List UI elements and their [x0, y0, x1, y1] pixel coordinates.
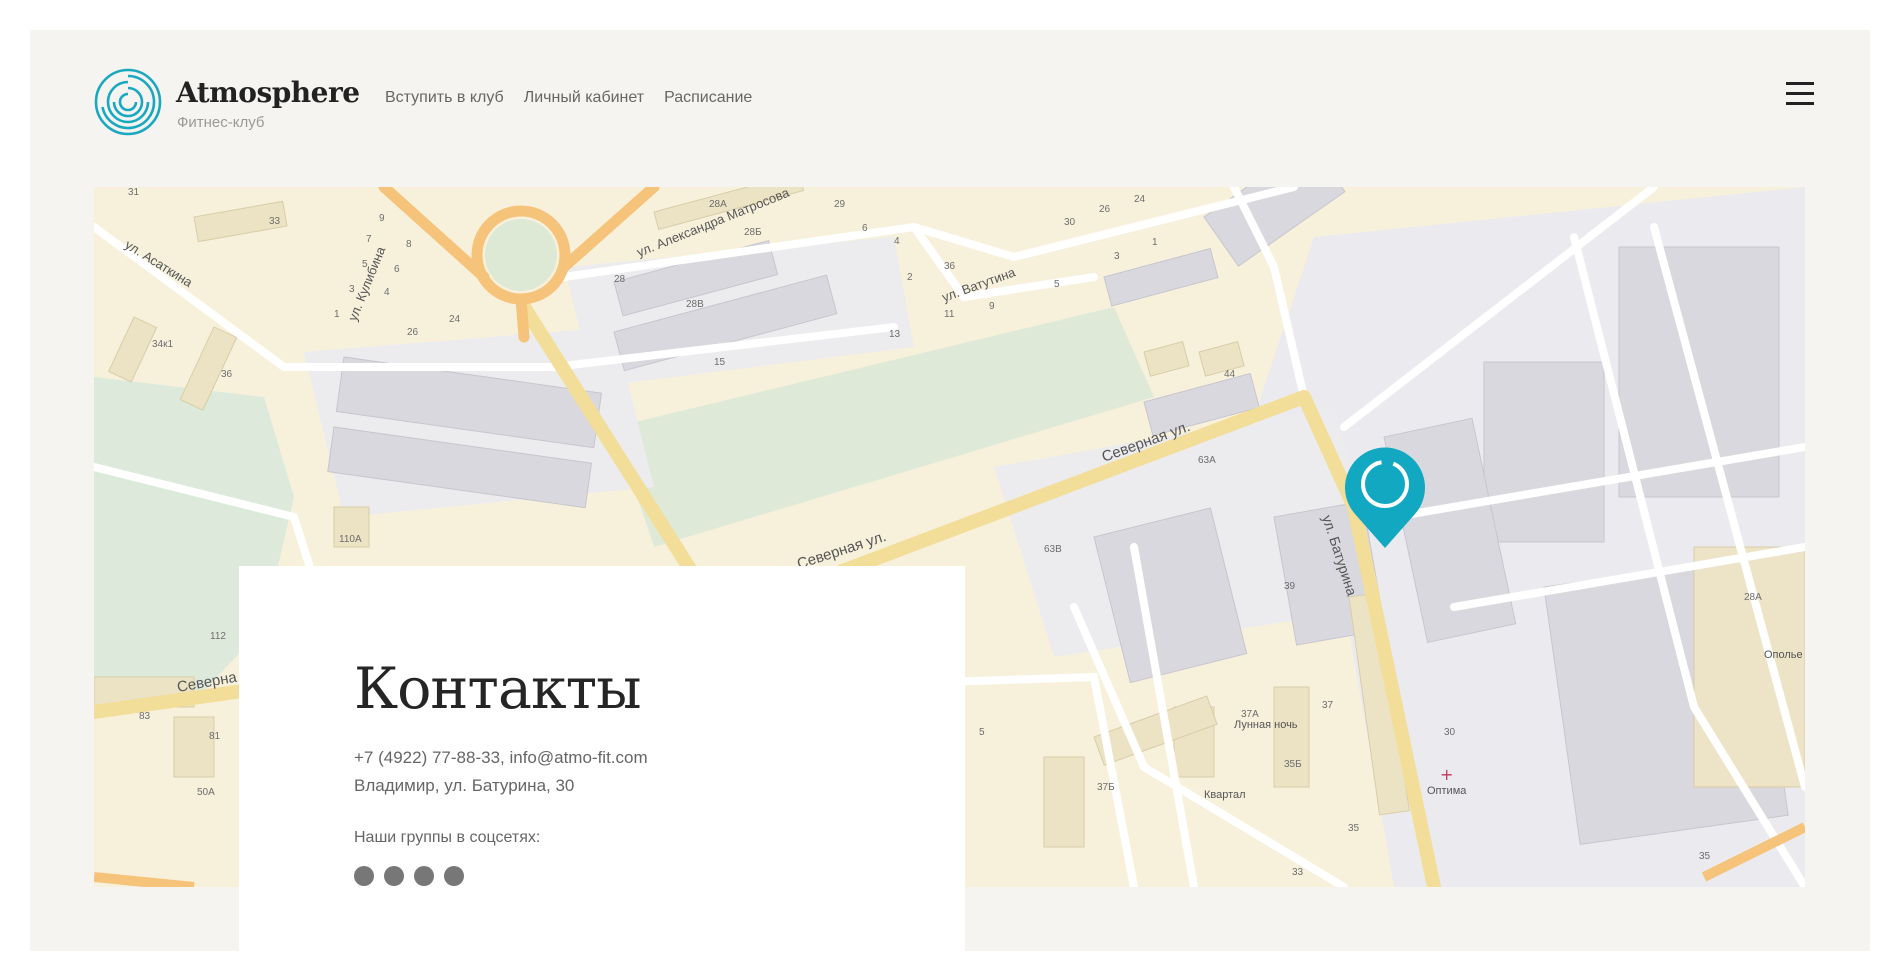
svg-text:1: 1 [334, 309, 340, 320]
svg-text:26: 26 [1099, 204, 1111, 215]
svg-text:39: 39 [1284, 581, 1296, 592]
svg-text:34к1: 34к1 [152, 339, 173, 350]
svg-text:Оптима: Оптима [1427, 785, 1467, 797]
svg-text:+: + [1440, 765, 1453, 784]
brand-tagline: Фитнес-клуб [177, 114, 265, 131]
svg-text:4: 4 [894, 236, 900, 247]
svg-text:28В: 28В [686, 299, 704, 310]
svg-text:44: 44 [1224, 369, 1236, 380]
atmosphere-logo-icon[interactable] [94, 68, 162, 136]
nav-personal-account[interactable]: Личный кабинет [524, 89, 644, 107]
svg-text:2: 2 [907, 272, 913, 283]
svg-text:35Б: 35Б [1284, 759, 1302, 770]
svg-text:33: 33 [269, 216, 281, 227]
svg-text:8: 8 [406, 239, 412, 250]
svg-text:26: 26 [407, 327, 419, 338]
svg-text:Квартал: Квартал [1204, 789, 1246, 801]
hamburger-menu-icon[interactable] [1786, 82, 1814, 108]
svg-text:9: 9 [379, 213, 385, 224]
svg-text:1: 1 [1152, 237, 1158, 248]
nav-join-club[interactable]: Вступить в клуб [385, 89, 504, 107]
svg-text:63В: 63В [1044, 544, 1062, 555]
phone-email[interactable]: +7 (4922) 77-88-33, info@atmo-fit.com [354, 748, 648, 768]
svg-text:4: 4 [384, 287, 390, 298]
svg-text:5: 5 [362, 259, 368, 270]
svg-text:28А: 28А [1744, 592, 1762, 603]
svg-text:13: 13 [889, 329, 901, 340]
svg-text:9: 9 [989, 301, 995, 312]
svg-text:31: 31 [128, 187, 140, 198]
svg-text:24: 24 [1134, 194, 1146, 205]
svg-text:5: 5 [1054, 279, 1060, 290]
svg-text:30: 30 [1064, 217, 1076, 228]
page-frame: Atmosphere Фитнес-клуб Вступить в клуб Л… [30, 30, 1870, 951]
svg-text:50А: 50А [197, 787, 215, 798]
svg-text:28Б: 28Б [744, 227, 762, 238]
svg-text:6: 6 [862, 223, 868, 234]
svg-text:29: 29 [834, 199, 846, 210]
svg-text:11: 11 [944, 309, 955, 320]
header: Atmosphere Фитнес-клуб Вступить в клуб Л… [30, 30, 1870, 160]
svg-text:37Б: 37Б [1097, 782, 1115, 793]
main-nav: Вступить в клуб Личный кабинет Расписани… [385, 89, 752, 107]
svg-text:33: 33 [1292, 867, 1304, 878]
social-icon-2[interactable] [384, 866, 404, 886]
social-icon-4[interactable] [444, 866, 464, 886]
social-groups-label: Наши группы в соцсетях: [354, 829, 541, 846]
club-location-pin-icon[interactable] [1343, 444, 1427, 550]
svg-text:35: 35 [1348, 823, 1360, 834]
svg-text:112: 112 [210, 631, 226, 642]
nav-schedule[interactable]: Расписание [664, 89, 752, 107]
brand-name[interactable]: Atmosphere [176, 76, 360, 109]
svg-text:24: 24 [449, 314, 461, 325]
svg-text:63А: 63А [1198, 455, 1216, 466]
svg-text:30: 30 [1444, 727, 1456, 738]
svg-text:5: 5 [979, 727, 985, 738]
svg-text:28А: 28А [709, 199, 727, 210]
svg-text:36: 36 [221, 369, 233, 380]
social-icon-1[interactable] [354, 866, 374, 886]
social-icon-3[interactable] [414, 866, 434, 886]
svg-text:3: 3 [1114, 251, 1120, 262]
svg-text:Лунная ночь: Лунная ночь [1234, 719, 1298, 731]
contacts-card: Контакты +7 (4922) 77-88-33, info@atmo-f… [239, 566, 965, 951]
svg-text:35: 35 [1699, 851, 1711, 862]
svg-text:83: 83 [139, 711, 151, 722]
svg-text:110А: 110А [339, 534, 362, 545]
svg-text:6: 6 [394, 264, 400, 275]
svg-text:81: 81 [209, 731, 221, 742]
svg-text:28: 28 [614, 274, 626, 285]
svg-text:7: 7 [366, 234, 372, 245]
social-links [354, 866, 464, 886]
svg-text:Ополье: Ополье [1764, 649, 1803, 661]
svg-text:37: 37 [1322, 700, 1334, 711]
svg-text:3: 3 [349, 284, 355, 295]
contacts-title: Контакты [354, 656, 641, 722]
address: Владимир, ул. Батурина, 30 [354, 776, 575, 795]
svg-text:15: 15 [714, 357, 726, 368]
svg-text:36: 36 [944, 261, 956, 272]
